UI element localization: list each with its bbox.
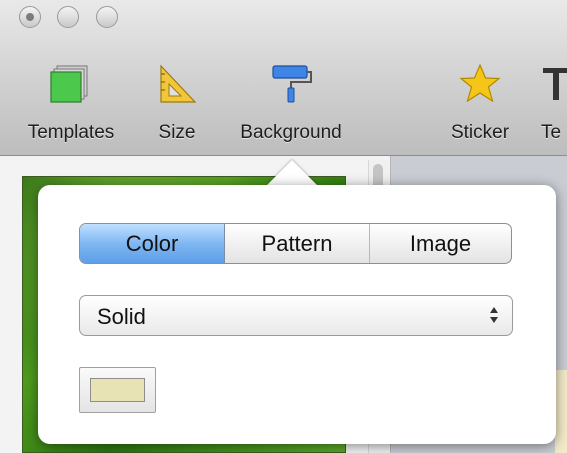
fill-type-select[interactable]: Solid [79, 295, 513, 336]
chevron-updown-icon [490, 307, 498, 323]
toolbar-label: Sticker [450, 122, 510, 143]
toolbar-background-button[interactable]: Background [224, 62, 358, 152]
toolbar-label: Background [240, 122, 342, 143]
minimize-window-button[interactable] [57, 6, 79, 28]
segment-pattern[interactable]: Pattern [225, 224, 370, 263]
toolbar-label: Templates [27, 122, 115, 143]
toolbar-size-button[interactable]: Size [148, 62, 206, 152]
background-type-segmented-control: Color Pattern Image [79, 223, 512, 264]
color-swatch [90, 378, 145, 402]
paint-roller-icon [272, 65, 312, 103]
ruler-triangle-icon [160, 64, 197, 103]
segment-image[interactable]: Image [370, 224, 511, 263]
toolbar-text-button[interactable]: Te [535, 62, 567, 152]
toolbar-label: Te [541, 122, 562, 143]
canvas-page-edge [555, 370, 567, 453]
zoom-window-button[interactable] [96, 6, 118, 28]
toolbar-templates-button[interactable]: Templates [12, 62, 130, 152]
fill-type-value: Solid [97, 304, 146, 329]
segment-color[interactable]: Color [80, 224, 225, 263]
star-icon [459, 63, 501, 103]
templates-icon [50, 65, 88, 103]
text-icon [543, 68, 567, 100]
window-toolbar: Templates Size Background Sticker Te [0, 0, 567, 156]
toolbar-label: Size [158, 122, 196, 143]
toolbar-sticker-button[interactable]: Sticker [438, 62, 522, 152]
popover-arrow [266, 160, 318, 186]
color-well-button[interactable] [79, 367, 156, 413]
close-window-button[interactable] [19, 6, 41, 28]
